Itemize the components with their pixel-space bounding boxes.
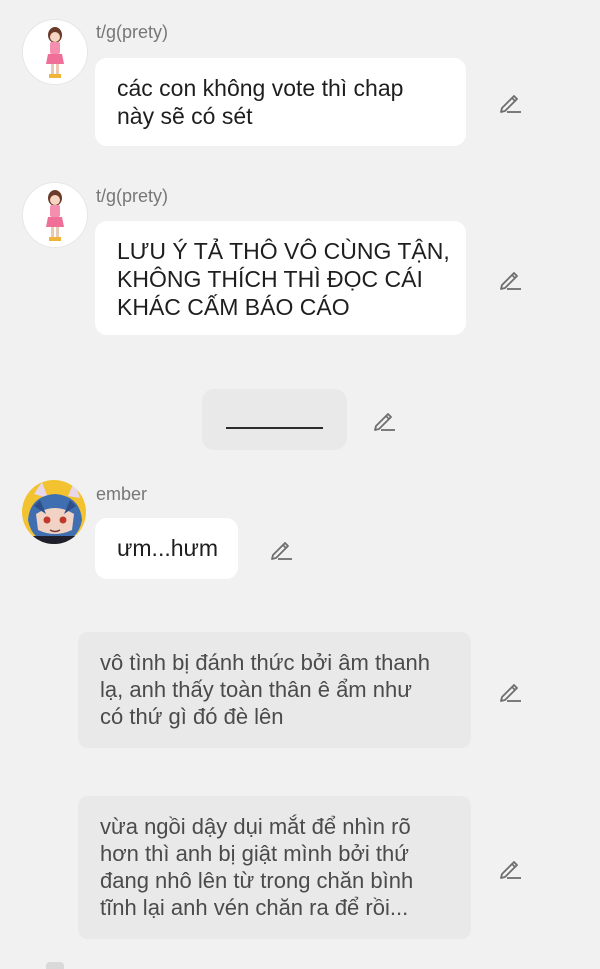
sender-name: ember [96,484,148,504]
pencil-icon[interactable] [268,536,294,562]
pencil-icon[interactable] [497,266,523,292]
message-line: này sẽ có sét [117,103,253,129]
avatar[interactable] [22,19,88,85]
girl-avatar-image [23,20,87,84]
message-line: KHÔNG THÍCH THÌ ĐỌC CÁI [117,266,423,292]
message-bubble: ưm...hưm [95,518,238,579]
pencil-icon[interactable] [497,89,523,115]
pencil-icon[interactable] [497,855,523,881]
narration-bubble: vô tình bị đánh thức bởi âm thanh lạ, an… [78,632,471,748]
pencil-icon[interactable] [497,678,523,704]
next-avatar-edge [46,962,64,969]
narration-line: vô tình bị đánh thức bởi âm thanh [100,650,431,675]
avatar[interactable] [22,480,86,544]
narration-line: hơn thì anh bị giật mình bởi thứ [100,841,409,866]
divider-block [202,389,347,450]
pencil-icon[interactable] [371,407,397,433]
narration-line: lạ, anh thấy toàn thân ê ẩm như [100,677,412,702]
narration-bubble: vừa ngồi dậy dụi mắt để nhìn rõ hơn thì … [78,796,471,939]
message-line: KHÁC CẤM BÁO CÁO [117,294,350,320]
narration-line: vừa ngồi dậy dụi mắt để nhìn rõ [100,814,411,839]
narration-line: tĩnh lại anh vén chăn ra để rồi... [100,895,409,920]
avatar[interactable] [22,182,88,248]
sender-name: t/g(prety) [96,22,169,42]
message-bubble: LƯU Ý TẢ THÔ VÔ CÙNG TẬN, KHÔNG THÍCH TH… [95,221,466,335]
ember-avatar-image [22,480,86,544]
narration-line: đang nhô lên từ trong chăn bình [100,868,414,893]
message-line: LƯU Ý TẢ THÔ VÔ CÙNG TẬN, [117,238,450,264]
divider-line [226,427,323,429]
message-line: các con không vote thì chap [117,75,404,101]
message-bubble: các con không vote thì chap này sẽ có sé… [95,58,466,146]
narration-line: có thứ gì đó đè lên [100,704,284,729]
message-line: ưm...hưm [117,535,219,561]
sender-name: t/g(prety) [96,186,169,206]
girl-avatar-image [23,183,87,247]
